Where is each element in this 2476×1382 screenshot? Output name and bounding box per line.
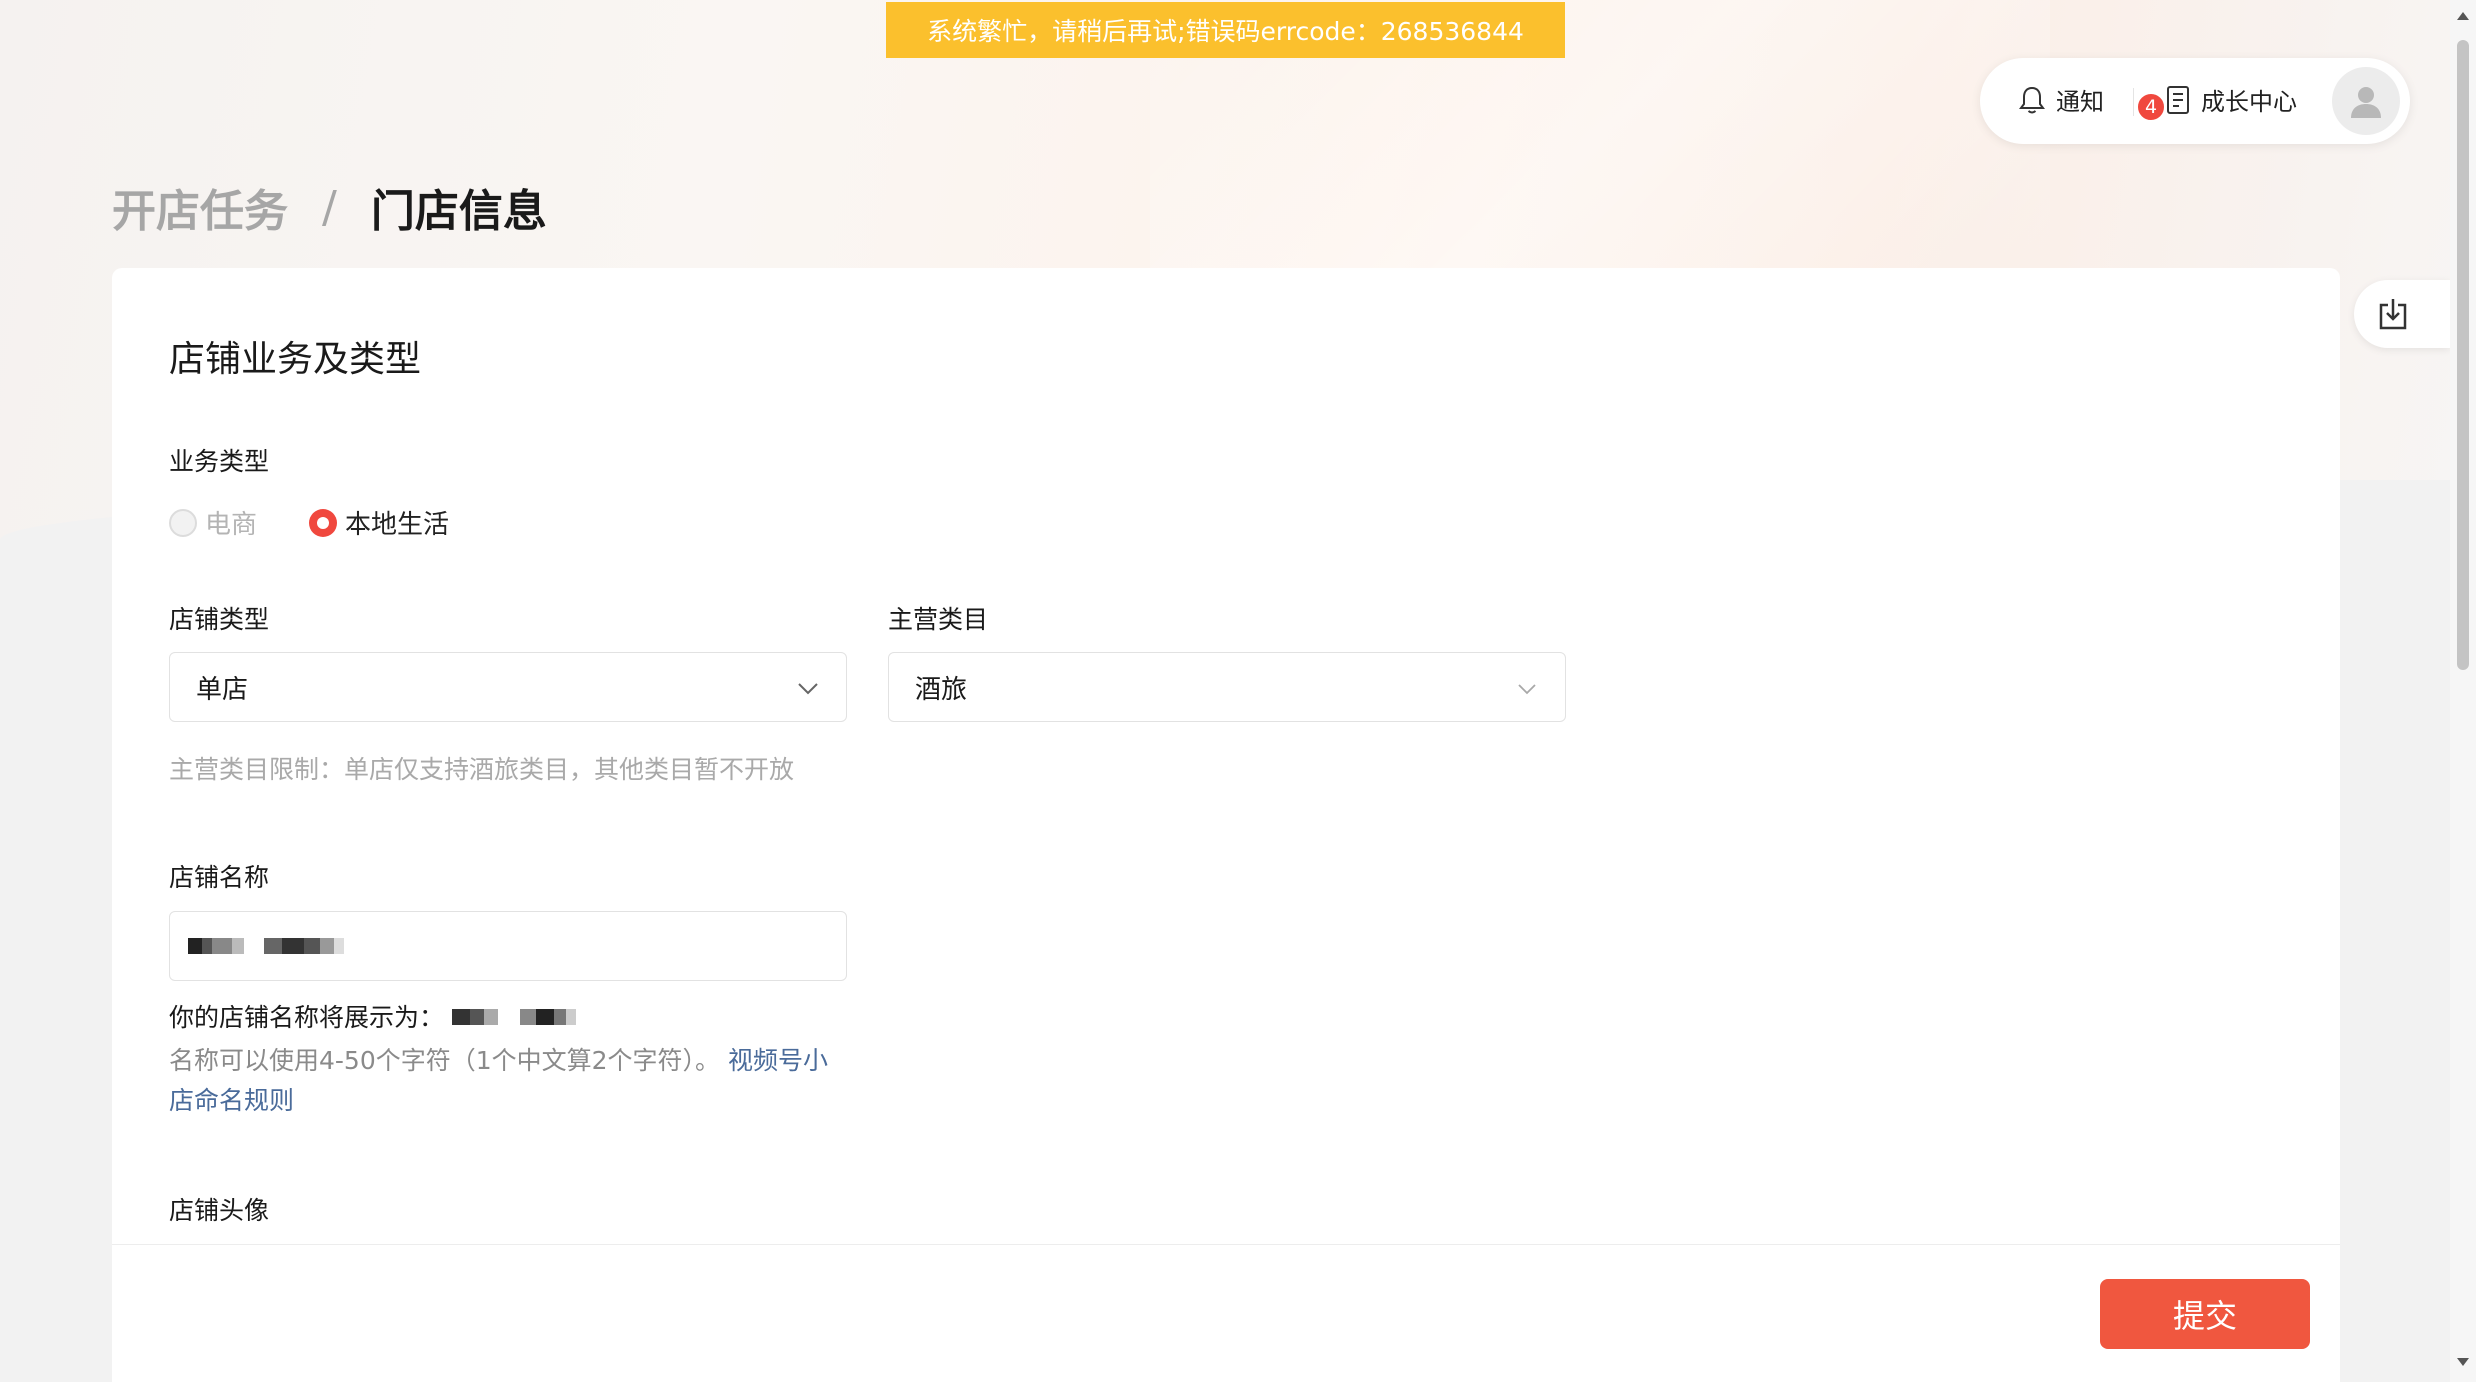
shop-name-rule: 名称可以使用4-50个字符（1个中文算2个字符）。 视频号小店命名规则 bbox=[169, 1041, 849, 1121]
shop-type-select[interactable]: 单店 bbox=[169, 652, 847, 722]
main-category-value: 酒旅 bbox=[915, 674, 968, 705]
business-type-radio-group: 电商 本地生活 bbox=[169, 504, 501, 541]
growth-center-button[interactable]: 成长中心 bbox=[2165, 82, 2297, 117]
scroll-up-icon[interactable] bbox=[2456, 10, 2470, 22]
scroll-down-icon[interactable] bbox=[2456, 1356, 2470, 1368]
growth-center-label: 成长中心 bbox=[2201, 88, 2297, 116]
document-icon bbox=[2167, 85, 2189, 114]
breadcrumb-separator: / bbox=[322, 181, 337, 233]
shop-name-input[interactable] bbox=[169, 911, 847, 981]
breadcrumb-parent[interactable]: 开店任务 bbox=[112, 175, 288, 239]
scroll-thumb[interactable] bbox=[2457, 40, 2469, 670]
bell-icon bbox=[2019, 86, 2045, 113]
preview-label: 你的店铺名称将展示为： bbox=[169, 1003, 445, 1032]
radio-label: 本地生活 bbox=[345, 510, 450, 540]
main-category-label: 主营类目 bbox=[888, 605, 989, 634]
scrollbar[interactable] bbox=[2450, 0, 2476, 1382]
header-actions: 通知 4 成长中心 bbox=[1980, 58, 2410, 144]
shop-name-label: 店铺名称 bbox=[169, 863, 270, 892]
footer-bar bbox=[112, 1244, 2340, 1382]
page-title: 门店信息 bbox=[370, 186, 547, 237]
breadcrumb: 开店任务 / 门店信息 bbox=[112, 175, 547, 239]
header-divider bbox=[2133, 88, 2134, 116]
redacted-text bbox=[188, 938, 344, 954]
chevron-down-icon bbox=[1518, 684, 1536, 695]
user-icon bbox=[2351, 87, 2381, 118]
redacted-text bbox=[451, 1009, 576, 1025]
notify-count-badge: 4 bbox=[2136, 92, 2166, 122]
radio-local-life[interactable]: 本地生活 bbox=[309, 504, 449, 541]
error-banner: 系统繁忙，请稍后再试;错误码errcode：268536844 bbox=[886, 2, 1565, 58]
shop-type-value: 单店 bbox=[196, 674, 249, 705]
radio-checked-icon bbox=[309, 508, 338, 537]
category-hint: 主营类目限制：单店仅支持酒旅类目，其他类目暂不开放 bbox=[169, 755, 795, 784]
notify-label: 通知 bbox=[2056, 88, 2104, 116]
shop-type-label: 店铺类型 bbox=[169, 605, 270, 634]
radio-circle-icon bbox=[169, 508, 197, 537]
rule-text: 名称可以使用4-50个字符（1个中文算2个字符）。 bbox=[169, 1046, 721, 1075]
notify-button[interactable]: 通知 4 bbox=[2018, 82, 2166, 122]
shop-avatar-label: 店铺头像 bbox=[169, 1196, 270, 1225]
download-button[interactable] bbox=[2354, 280, 2450, 348]
store-info-card: 店铺业务及类型 业务类型 电商 本地生活 店铺类型 单店 主营类目 酒旅 主营类… bbox=[112, 268, 2340, 1382]
chevron-down-icon bbox=[798, 683, 818, 695]
business-type-label: 业务类型 bbox=[169, 447, 270, 476]
radio-ecommerce[interactable]: 电商 bbox=[169, 504, 257, 541]
submit-button[interactable]: 提交 bbox=[2100, 1279, 2310, 1349]
main-category-select[interactable]: 酒旅 bbox=[888, 652, 1566, 722]
radio-label: 电商 bbox=[205, 510, 258, 540]
download-icon bbox=[2379, 299, 2407, 330]
section-title: 店铺业务及类型 bbox=[169, 339, 422, 380]
avatar[interactable] bbox=[2332, 67, 2400, 135]
shop-name-preview: 你的店铺名称将展示为： bbox=[169, 998, 576, 1034]
